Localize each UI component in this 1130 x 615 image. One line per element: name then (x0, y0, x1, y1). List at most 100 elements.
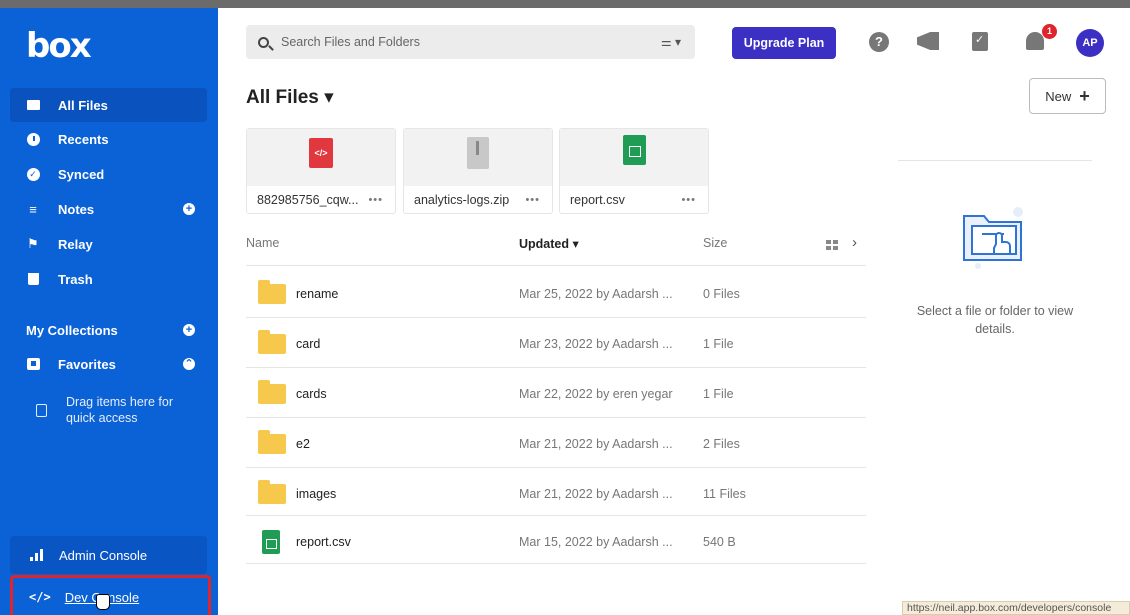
row-size: 2 Files (703, 437, 740, 451)
table-row[interactable]: cards Mar 22, 2022 by eren yegar 1 File (246, 368, 866, 418)
collapse-favorites-icon[interactable]: ⌃ (183, 358, 195, 370)
admin-console-label: Admin Console (59, 547, 148, 563)
sidebar-item-label: All Files (58, 97, 108, 113)
folder-icon (258, 330, 286, 354)
bar-chart-icon (30, 549, 43, 561)
table-row[interactable]: card Mar 23, 2022 by Aadarsh ... 1 File (246, 318, 866, 368)
notes-icon: ≡ (29, 201, 37, 217)
more-options-icon[interactable]: ••• (681, 194, 696, 206)
new-button[interactable]: New + (1029, 78, 1106, 114)
sidebar-item-label: Recents (58, 131, 109, 147)
column-header-size[interactable]: Size (703, 236, 727, 250)
column-header-updated[interactable]: Updated ▾ (519, 236, 579, 251)
folder-icon (258, 280, 286, 304)
box-logo[interactable]: box (26, 26, 92, 66)
recent-file-card[interactable]: </> 882985756_cqw... ••• (246, 128, 396, 214)
page-title[interactable]: All Files ▾ (246, 86, 334, 109)
folder-icon (26, 98, 40, 112)
add-note-icon[interactable]: + (183, 203, 195, 215)
dev-console-button[interactable]: </> Dev Console (10, 575, 211, 615)
row-updated: Mar 21, 2022 by Aadarsh ... (519, 437, 673, 451)
admin-console-button[interactable]: Admin Console (10, 536, 207, 574)
row-name[interactable]: rename (296, 287, 338, 301)
recent-file-card[interactable]: report.csv ••• (559, 128, 709, 214)
search-input[interactable]: Search Files and Folders ⚌ ▾ (246, 25, 695, 59)
divider (246, 563, 866, 564)
more-options-icon[interactable]: ••• (368, 194, 383, 206)
row-updated: Mar 22, 2022 by eren yegar (519, 387, 673, 401)
sidebar-item-favorites[interactable]: Favorites ⌃ (10, 347, 207, 381)
sidebar-item-recents[interactable]: Recents (10, 122, 207, 156)
row-size: 540 B (703, 535, 736, 549)
hand-cursor-icon (96, 594, 110, 610)
more-options-icon[interactable]: ••• (525, 194, 540, 206)
sidebar-item-label: Notes (58, 201, 95, 217)
drag-hint: Drag items here for quick access (66, 395, 173, 425)
row-name[interactable]: report.csv (296, 535, 351, 549)
sidebar-item-notes[interactable]: ≡ Notes + (10, 192, 207, 226)
trash-icon (26, 272, 40, 286)
search-placeholder: Search Files and Folders (281, 35, 420, 49)
sidebar-item-all-files[interactable]: All Files (10, 88, 207, 122)
recent-file-name: 882985756_cqw... (257, 193, 359, 207)
row-size: 1 File (703, 387, 734, 401)
details-empty-text: Select a file or folder to view details. (916, 304, 1074, 336)
row-name[interactable]: card (296, 337, 320, 351)
sidebar-item-label: Trash (58, 271, 93, 287)
row-updated: Mar 15, 2022 by Aadarsh ... (519, 535, 673, 549)
sidebar-item-synced[interactable]: ✓ Synced (10, 157, 207, 191)
notification-badge: 1 (1042, 24, 1057, 39)
row-size: 1 File (703, 337, 734, 351)
check-circle-icon: ✓ (26, 167, 40, 181)
recent-file-name: report.csv (570, 193, 625, 207)
file-thumbnail (560, 129, 708, 186)
megaphone-icon[interactable] (917, 32, 939, 50)
help-icon[interactable]: ? (869, 32, 889, 52)
column-header-name[interactable]: Name (246, 236, 279, 250)
folder-icon (258, 480, 286, 504)
plus-icon: + (1079, 86, 1090, 106)
table-row[interactable]: report.csv Mar 15, 2022 by Aadarsh ... 5… (246, 516, 866, 566)
row-name[interactable]: e2 (296, 437, 310, 451)
table-row[interactable]: images Mar 21, 2022 by Aadarsh ... 11 Fi… (246, 468, 866, 518)
spreadsheet-file-icon (262, 530, 280, 554)
search-filter-icon[interactable]: ⚌ ▾ (661, 35, 681, 49)
recent-file-name: analytics-logs.zip (414, 193, 510, 207)
my-collections-header[interactable]: My Collections + (10, 313, 207, 347)
row-size: 11 Files (703, 487, 746, 501)
sidebar: box All Files Recents ✓ Synced ≡ Notes +… (0, 0, 218, 615)
avatar[interactable]: AP (1076, 29, 1104, 57)
sidebar-item-label: Favorites (58, 356, 116, 372)
divider (246, 265, 866, 266)
clock-icon (26, 132, 40, 146)
relay-icon: ⚑ (27, 236, 39, 251)
folder-icon (258, 380, 286, 404)
spreadsheet-file-icon (623, 135, 646, 165)
tasks-icon[interactable] (972, 32, 988, 51)
new-label: New (1045, 88, 1072, 104)
row-name[interactable]: images (296, 487, 336, 501)
row-updated: Mar 21, 2022 by Aadarsh ... (519, 487, 673, 501)
chevron-right-icon[interactable]: › (852, 234, 857, 251)
grid-view-icon[interactable] (826, 240, 838, 250)
search-icon (258, 36, 269, 48)
row-updated: Mar 23, 2022 by Aadarsh ... (519, 337, 673, 351)
table-row[interactable]: e2 Mar 21, 2022 by Aadarsh ... 2 Files (246, 418, 866, 468)
sidebar-item-trash[interactable]: Trash (10, 262, 207, 296)
favorites-icon (26, 357, 40, 371)
header: Search Files and Folders ⚌ ▾ Upgrade Pla… (218, 0, 1130, 78)
status-url: https://neil.app.box.com/developers/cons… (902, 601, 1130, 615)
upgrade-plan-button[interactable]: Upgrade Plan (732, 27, 836, 59)
sidebar-item-relay[interactable]: ⚑ Relay (10, 227, 207, 261)
zip-file-icon (467, 137, 489, 169)
row-size: 0 Files (703, 287, 740, 301)
code-icon: </> (29, 590, 51, 604)
notifications-bell-icon[interactable] (1026, 32, 1044, 50)
row-name[interactable]: cards (296, 387, 327, 401)
folder-icon (258, 430, 286, 454)
table-row[interactable]: rename Mar 25, 2022 by Aadarsh ... 0 Fil… (246, 268, 866, 318)
add-collection-icon[interactable]: + (183, 324, 195, 336)
collections-label: My Collections (26, 322, 118, 338)
html-file-icon: </> (309, 138, 333, 168)
recent-file-card[interactable]: analytics-logs.zip ••• (403, 128, 553, 214)
